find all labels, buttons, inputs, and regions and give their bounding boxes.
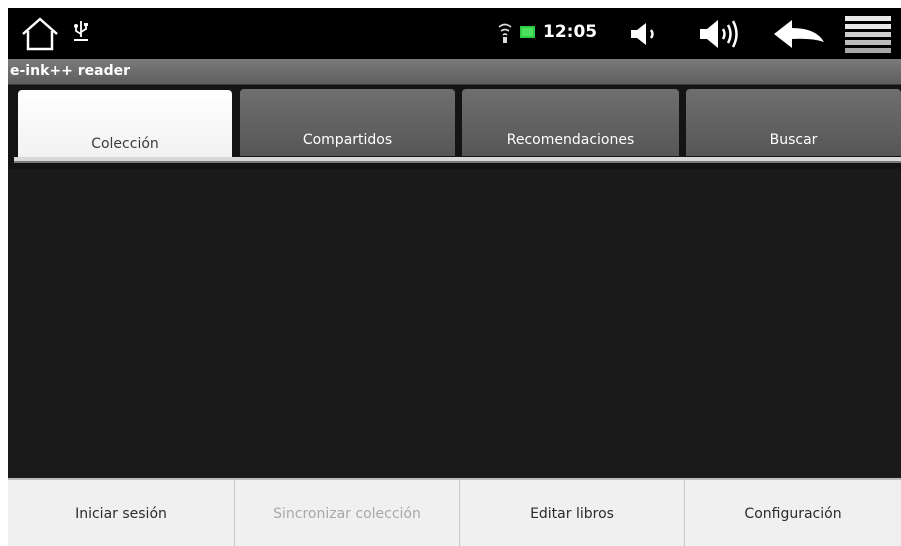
- tab-label: Compartidos: [302, 132, 393, 148]
- menu-label: Editar libros: [530, 506, 614, 522]
- clock: 12:05: [543, 22, 598, 42]
- sync-collection-button[interactable]: Sincronizar colección: [235, 480, 460, 546]
- app-title: e-ink++ reader: [10, 63, 130, 79]
- tab-label: Recomendaciones: [506, 132, 635, 148]
- volume-up-icon[interactable]: [698, 16, 746, 52]
- tab-buscar[interactable]: Buscar: [686, 89, 901, 156]
- menu-label: Configuración: [744, 506, 842, 522]
- battery-icon: [520, 26, 535, 38]
- settings-button[interactable]: Configuración: [685, 480, 901, 546]
- edit-books-button[interactable]: Editar libros: [460, 480, 685, 546]
- login-button[interactable]: Iniciar sesión: [8, 480, 235, 546]
- tab-coleccion[interactable]: Colección: [18, 90, 232, 160]
- app-title-bar: e-ink++ reader: [8, 59, 901, 85]
- menu-label: Iniciar sesión: [75, 506, 167, 522]
- back-icon[interactable]: [772, 18, 828, 50]
- menu-label: Sincronizar colección: [273, 506, 421, 522]
- tab-label: Buscar: [769, 132, 818, 148]
- tab-divider: [14, 161, 901, 163]
- menu-icon[interactable]: [843, 14, 893, 54]
- tab-bar: Colección Compartidos Recomendaciones Bu…: [8, 85, 901, 169]
- home-icon[interactable]: [20, 16, 60, 52]
- tab-recomendaciones[interactable]: Recomendaciones: [462, 89, 679, 156]
- tab-label: Colección: [91, 136, 159, 152]
- status-bar: 12:05: [8, 8, 901, 59]
- options-menu: Iniciar sesión Sincronizar colección Edi…: [8, 478, 901, 546]
- tab-compartidos[interactable]: Compartidos: [240, 89, 455, 156]
- usb-icon: [74, 21, 88, 41]
- volume-down-icon[interactable]: [629, 20, 661, 48]
- tab-content-area: [8, 169, 901, 478]
- wifi-icon: [498, 23, 512, 43]
- device-screen: 12:05 e-ink++ reader Colección Compartid…: [8, 8, 901, 546]
